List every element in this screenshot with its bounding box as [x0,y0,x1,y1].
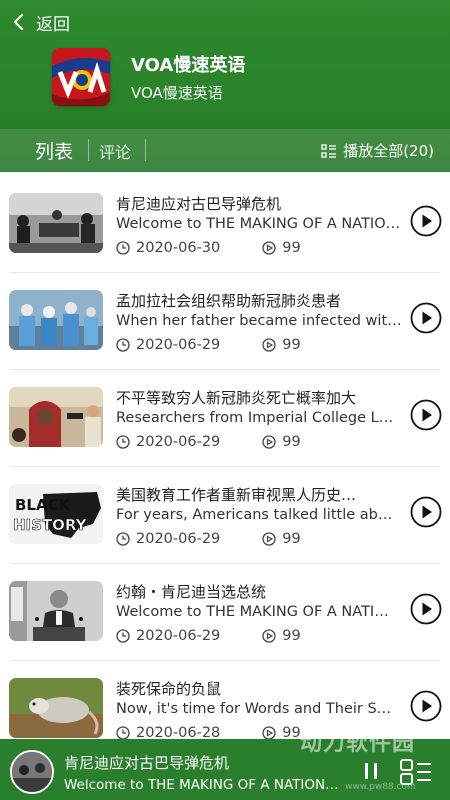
item-description: For years, Americans talked little ab… [116,507,393,523]
chevron-left-icon [13,14,24,30]
tab-list-label: 列表 [35,141,74,163]
play-all-label: 播放全部(20) [343,142,434,160]
item-meta: 2020-06-29 99 [116,628,301,644]
thumbnail [9,581,103,641]
item-title: 肯尼迪应对古巴导弹危机 [116,195,282,213]
opossum-photo-icon [9,678,103,738]
clock-icon [116,338,130,352]
play-button[interactable] [410,302,442,334]
list-item[interactable]: BLACK HISTORY 美国教育工作者重新审视黑人历史… For years… [0,467,450,564]
item-description: Researchers from Imperial College L… [116,410,394,426]
app-logo [52,48,110,106]
play-count-icon [262,726,276,740]
play-button[interactable] [410,690,442,722]
pause-icon[interactable] [363,762,379,780]
thumbnail [9,387,103,447]
player-description: Welcome to THE MAKING OF A NATION… [64,777,339,793]
thumbnail [9,290,103,350]
clock-icon [116,435,130,449]
temperature-check-photo-icon [9,387,103,447]
tab-bar: 列表 评论 播放全部(20) [0,129,450,172]
watermark-url: www.pw88.com [345,782,416,792]
item-description: Welcome to THE MAKING OF A NATI… [116,604,389,620]
kennedy-photo-icon [9,581,103,641]
item-meta: 2020-06-29 99 [116,434,301,450]
item-play-count: 99 [282,337,301,353]
tab-divider [145,139,146,161]
play-count-icon [262,532,276,546]
item-title: 约翰・肯尼迪当选总统 [116,583,267,601]
black-history-image-icon: BLACK HISTORY [9,484,103,544]
item-description: When her father became infected with… [116,313,406,329]
thumb-text-history: HISTORY [13,516,88,534]
play-count-icon [262,338,276,352]
playlist-icon [321,143,337,158]
item-title: 美国教育工作者重新审视黑人历史… [116,486,357,504]
cover-art-icon [12,752,52,792]
tab-comment[interactable]: 评论 [99,129,131,172]
item-date: 2020-06-29 [136,628,221,644]
item-play-count: 99 [282,628,301,644]
thumbnail [9,678,103,738]
play-count-icon [262,435,276,449]
item-title: 装死保命的负鼠 [116,680,222,698]
watermark: 动力软件园 [300,731,416,756]
item-play-count: 99 [282,240,301,256]
item-title: 孟加拉社会组织帮助新冠肺炎患者 [116,292,342,310]
clock-icon [116,532,130,546]
play-button[interactable] [410,593,442,625]
play-count-icon [262,629,276,643]
medical-workers-photo-icon [9,290,103,350]
thumbnail [9,193,103,253]
play-button[interactable] [410,496,442,528]
tab-list[interactable]: 列表 [35,129,73,172]
item-date: 2020-06-29 [136,337,221,353]
app-title: VOA慢速英语 [131,55,246,76]
clock-icon [116,726,130,740]
item-date: 2020-06-29 [136,531,221,547]
back-label: 返回 [36,14,70,35]
item-meta: 2020-06-29 99 [116,337,301,353]
item-date: 2020-06-29 [136,434,221,450]
back-button[interactable]: 返回 [12,8,70,36]
list-item[interactable]: 不平等致穷人新冠肺炎死亡概率加大 Researchers from Imperi… [0,370,450,467]
thumbnail: BLACK HISTORY [9,484,103,544]
item-play-count: 99 [282,531,301,547]
play-all-button[interactable]: 播放全部(20) [321,129,434,172]
thumb-text-black: BLACK [15,496,72,514]
item-meta: 2020-06-30 99 [116,240,301,256]
item-description: Welcome to THE MAKING OF A NATION … [116,216,406,232]
app-subtitle: VOA慢速英语 [131,84,223,102]
tab-divider [88,139,89,161]
player-cover [10,750,54,794]
item-meta: 2020-06-29 99 [116,531,301,547]
play-count-icon [262,241,276,255]
clock-icon [116,241,130,255]
item-description: Now, it's time for Words and Their S… [116,701,392,717]
list-item[interactable]: 孟加拉社会组织帮助新冠肺炎患者 When her father became i… [0,273,450,370]
list-item[interactable]: 约翰・肯尼迪当选总统 Welcome to THE MAKING OF A NA… [0,564,450,661]
app-header: 返回 VOA慢速英语 VOA慢速英语 列表 评论 播放全部(20) [0,0,450,172]
voa-logo-icon [52,48,110,106]
item-title: 不平等致穷人新冠肺炎死亡概率加大 [116,389,357,407]
tab-comment-label: 评论 [99,142,132,162]
meeting-photo-icon [9,193,103,253]
mini-player[interactable]: 肯尼迪应对古巴导弹危机 Welcome to THE MAKING OF A N… [0,731,450,800]
item-play-count: 99 [282,434,301,450]
player-title: 肯尼迪应对古巴导弹危机 [64,754,230,772]
play-button[interactable] [410,205,442,237]
list-item[interactable]: 肯尼迪应对古巴导弹危机 Welcome to THE MAKING OF A N… [0,176,450,273]
play-button[interactable] [410,399,442,431]
item-date: 2020-06-30 [136,240,221,256]
clock-icon [116,629,130,643]
